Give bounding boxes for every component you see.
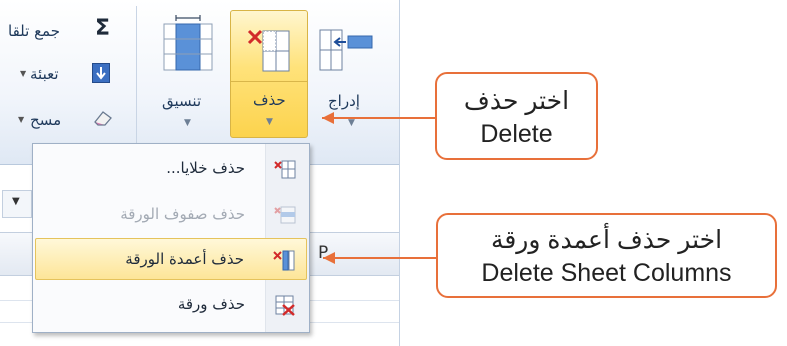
callout-delete-sheet-columns: اختر حذف أعمدة ورقة Delete Sheet Columns — [436, 213, 777, 298]
callout-english-text: Delete Sheet Columns — [481, 259, 732, 287]
arrow-to-delete-button — [322, 112, 435, 124]
callout-english-text: Delete — [480, 120, 553, 148]
callout-arabic-text: اختر حذف أعمدة ورقة — [490, 226, 723, 254]
callout-arabic-text: اختر حذف — [463, 87, 570, 115]
callout-delete: اختر حذف Delete — [435, 72, 598, 160]
arrow-to-delete-columns — [323, 252, 436, 264]
